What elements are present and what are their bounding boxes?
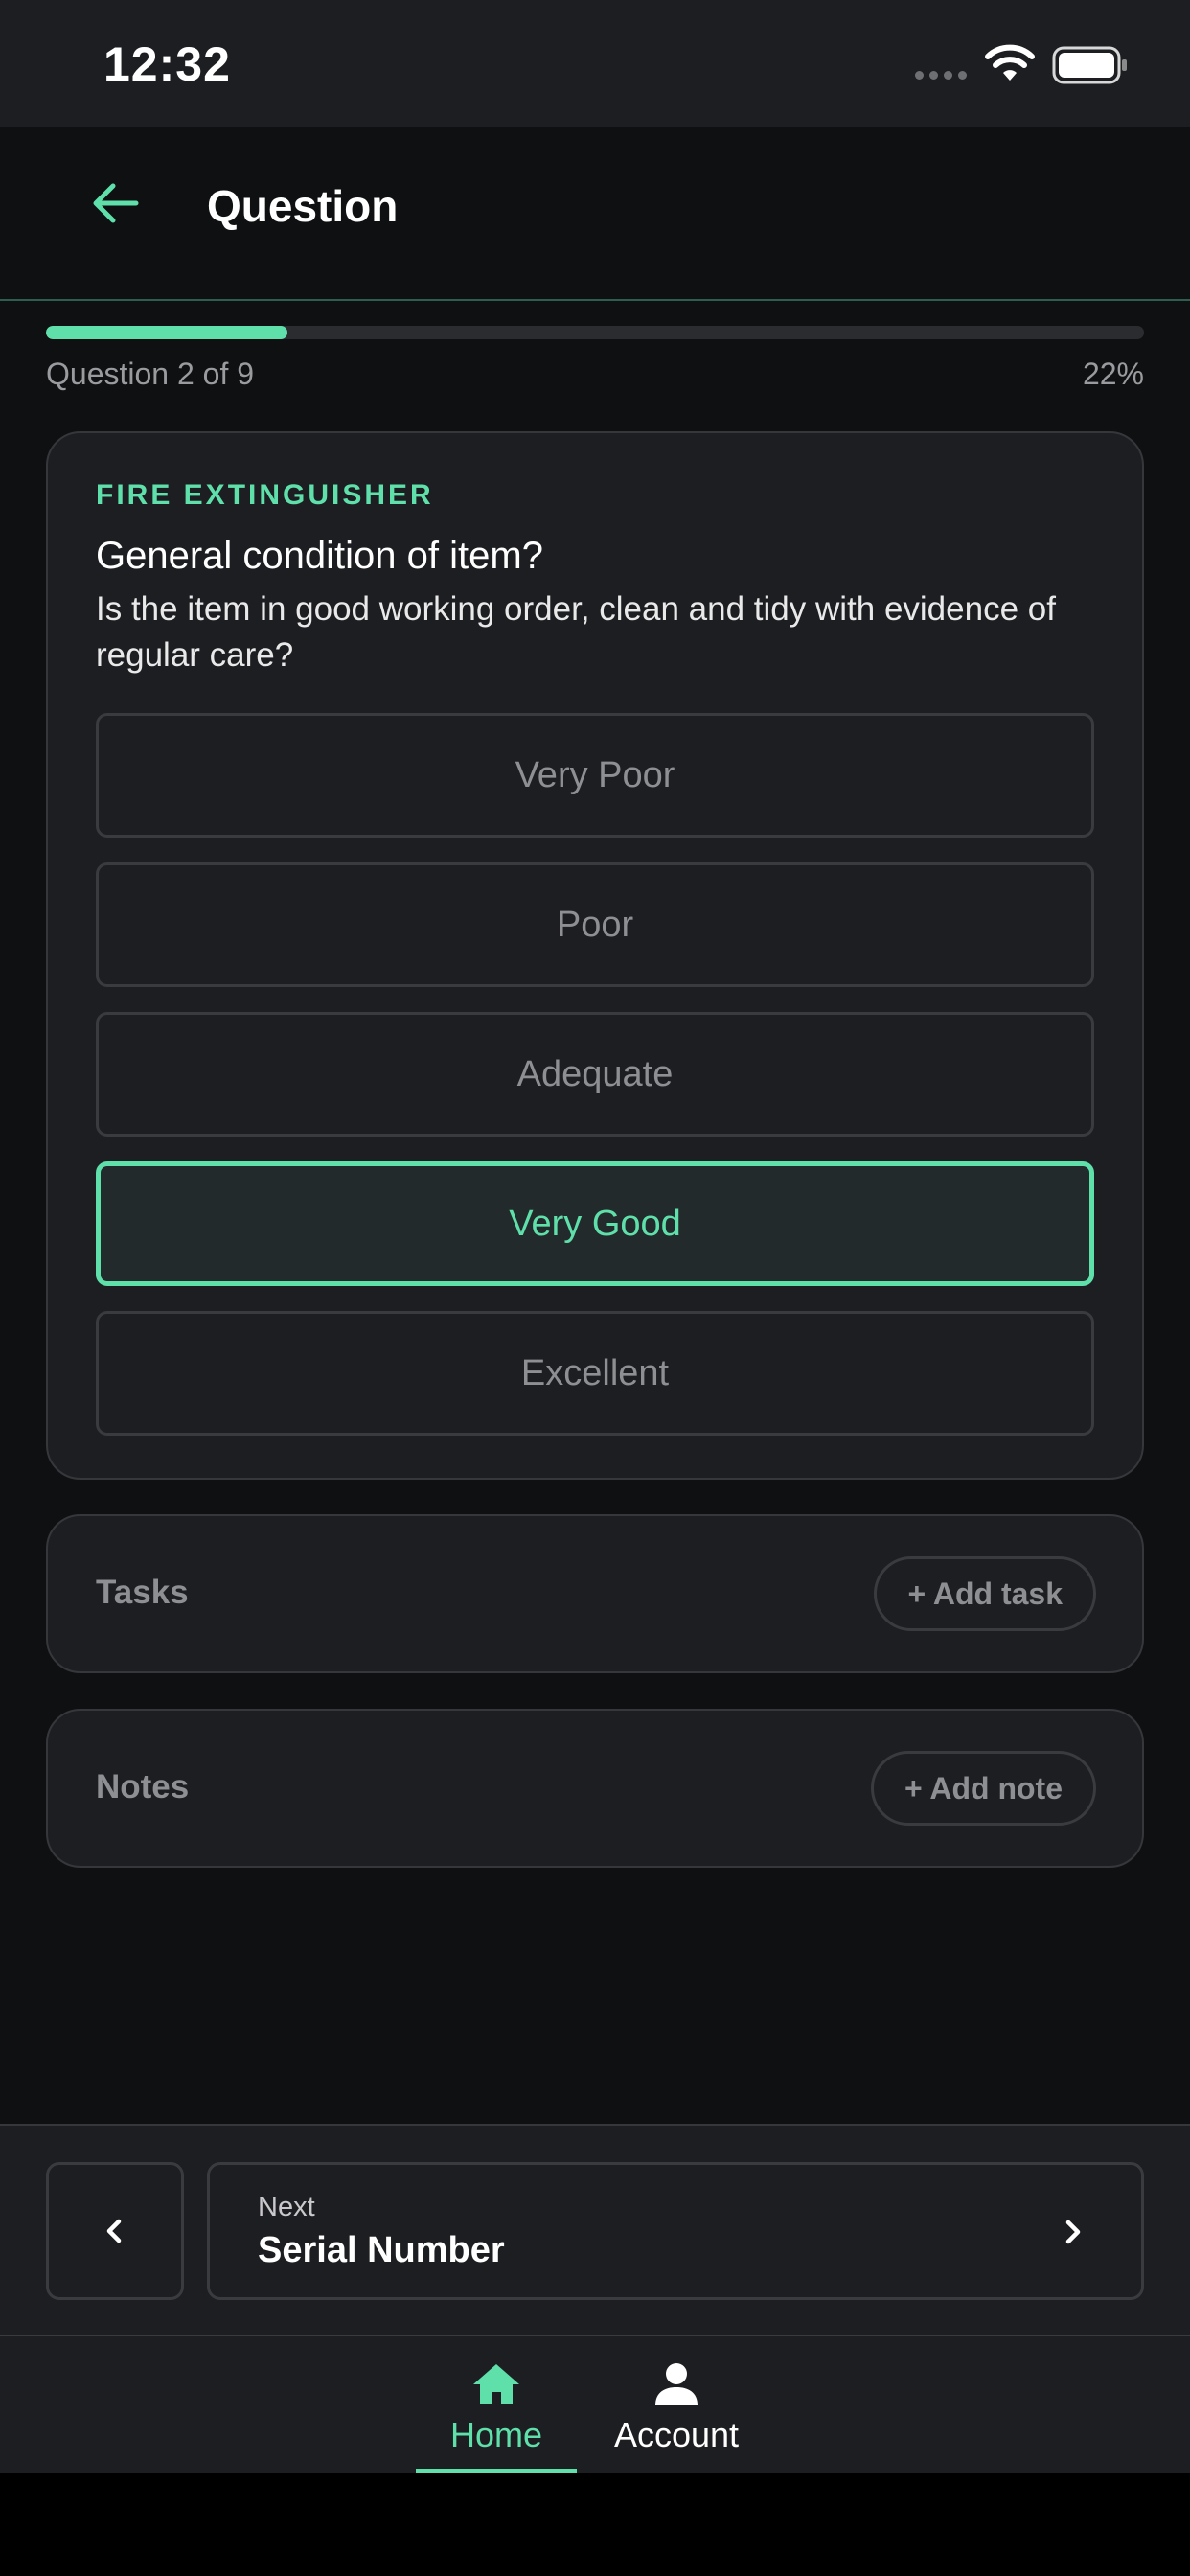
next-question-title: Serial Number <box>258 2230 505 2270</box>
question-navigation: Next Serial Number <box>0 2124 1190 2334</box>
question-description: Is the item in good working order, clean… <box>96 590 1056 674</box>
option-very-good[interactable]: Very Good <box>96 1162 1094 1286</box>
chevron-left-icon <box>106 2219 122 2243</box>
question-card: FIRE EXTINGUISHER General condition of i… <box>46 431 1144 1480</box>
previous-question-button[interactable] <box>46 2162 184 2300</box>
progress-fill <box>46 326 288 339</box>
screen: 12:32 Question Question 2 of 9 22% FIRE … <box>0 0 1190 2576</box>
home-indicator-area <box>0 2472 1190 2576</box>
option-label: Adequate <box>516 1053 674 1094</box>
option-excellent[interactable]: Excellent <box>96 1311 1094 1436</box>
question-category: FIRE EXTINGUISHER <box>96 479 434 511</box>
page-title: Question <box>207 181 399 231</box>
progress-percent: 22% <box>1082 356 1144 391</box>
chevron-right-icon <box>1065 2220 1081 2244</box>
add-note-button[interactable]: + Add note <box>870 1751 1096 1826</box>
option-adequate[interactable]: Adequate <box>96 1012 1094 1137</box>
option-label: Poor <box>556 904 634 945</box>
tab-account[interactable]: Account <box>596 2336 757 2474</box>
status-bar: 12:32 <box>0 0 1190 126</box>
battery-icon <box>1052 46 1127 84</box>
next-question-button[interactable]: Next Serial Number <box>207 2162 1144 2300</box>
progress-bar <box>46 326 1144 339</box>
tab-home[interactable]: Home <box>416 2336 577 2474</box>
question-title: General condition of item? <box>96 535 543 577</box>
progress-label: Question 2 of 9 <box>46 356 255 391</box>
tasks-label: Tasks <box>96 1574 189 1611</box>
back-button[interactable] <box>77 165 153 242</box>
cellular-signal-icon <box>915 71 967 80</box>
notes-label: Notes <box>96 1768 190 1806</box>
option-label: Very Good <box>509 1203 681 1244</box>
status-time: 12:32 <box>103 37 231 91</box>
tab-home-label: Home <box>449 2415 543 2454</box>
home-icon <box>473 2364 519 2404</box>
app-header: Question <box>0 126 1190 301</box>
person-icon <box>655 2363 698 2405</box>
notes-section: Notes + Add note <box>46 1709 1144 1868</box>
tasks-section: Tasks + Add task <box>46 1514 1144 1673</box>
tab-bar: Home Account <box>0 2334 1190 2474</box>
arrow-left-icon <box>93 183 139 223</box>
wifi-icon <box>985 44 1035 80</box>
tab-account-label: Account <box>613 2415 740 2454</box>
option-label: Excellent <box>520 1352 670 1393</box>
option-label: Very Poor <box>515 754 675 795</box>
add-task-button[interactable]: + Add task <box>874 1556 1096 1631</box>
option-poor[interactable]: Poor <box>96 862 1094 987</box>
next-caption: Next <box>258 2192 315 2222</box>
option-very-poor[interactable]: Very Poor <box>96 713 1094 838</box>
